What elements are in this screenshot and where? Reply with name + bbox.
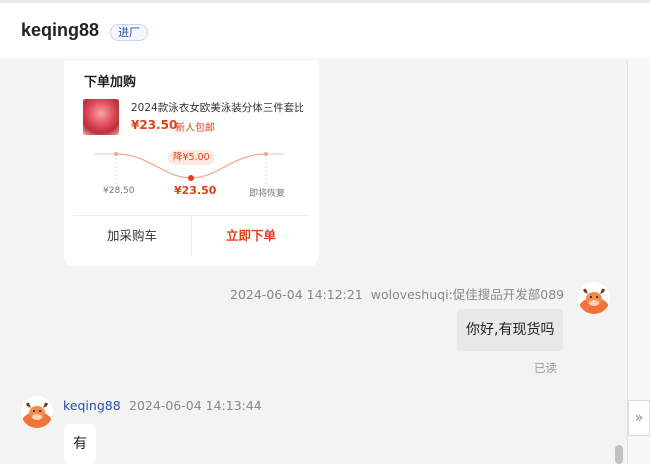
my-message-bubble[interactable]: 你好,有现货吗 xyxy=(457,309,564,351)
my-message-meta: 2024-06-04 14:12:21 woloveshuqi:促佳搜品开发部0… xyxy=(230,284,564,303)
contact-name[interactable]: keqing88 xyxy=(21,20,99,41)
my-message-sender: woloveshuqi:促佳搜品开发部089 xyxy=(370,287,565,302)
discount-badge: 降¥5.00 xyxy=(168,150,215,165)
price-point-restore xyxy=(264,152,268,156)
price-point-original xyxy=(114,152,118,156)
add-to-cart-button[interactable]: 加采购车 xyxy=(73,216,191,256)
original-price-label: ¥28.50 xyxy=(103,186,135,196)
restore-price-label: 即将恢复 xyxy=(249,189,286,199)
scrollbar-thumb[interactable] xyxy=(615,445,623,464)
message-list[interactable]: 下单加购 2024款泳衣女欧美泳装分体三件套比 ¥23.50 新人包邮 降¥5.… xyxy=(0,60,627,464)
side-panel-rail: » xyxy=(627,60,650,464)
order-card: 下单加购 2024款泳衣女欧美泳装分体三件套比 ¥23.50 新人包邮 降¥5.… xyxy=(64,60,319,266)
their-message-time: 2024-06-04 14:13:44 xyxy=(129,398,262,413)
their-message-bubble[interactable]: 有 xyxy=(64,424,96,464)
their-message-sender[interactable]: keqing88 xyxy=(63,398,121,413)
product-thumbnail[interactable] xyxy=(83,99,119,135)
new-user-tag: 新人包邮 xyxy=(175,123,215,134)
chat-header: keqing88 进厂 xyxy=(0,0,650,60)
my-message-time: 2024-06-04 14:12:21 xyxy=(230,287,363,302)
double-chevron-right-icon[interactable]: » xyxy=(628,400,650,436)
order-card-title: 下单加购 xyxy=(84,75,137,90)
product-price: ¥23.50 xyxy=(131,118,178,132)
bull-avatar-icon[interactable] xyxy=(21,396,53,428)
price-point-current xyxy=(188,175,194,181)
contact-tag-badge: 进厂 xyxy=(110,24,148,41)
bull-avatar-icon[interactable] xyxy=(578,282,610,314)
current-price-label: ¥23.50 xyxy=(174,184,217,197)
buy-now-button[interactable]: 立即下单 xyxy=(192,216,310,256)
read-status: 已读 xyxy=(534,361,557,375)
product-name[interactable]: 2024款泳衣女欧美泳装分体三件套比 xyxy=(131,100,303,115)
